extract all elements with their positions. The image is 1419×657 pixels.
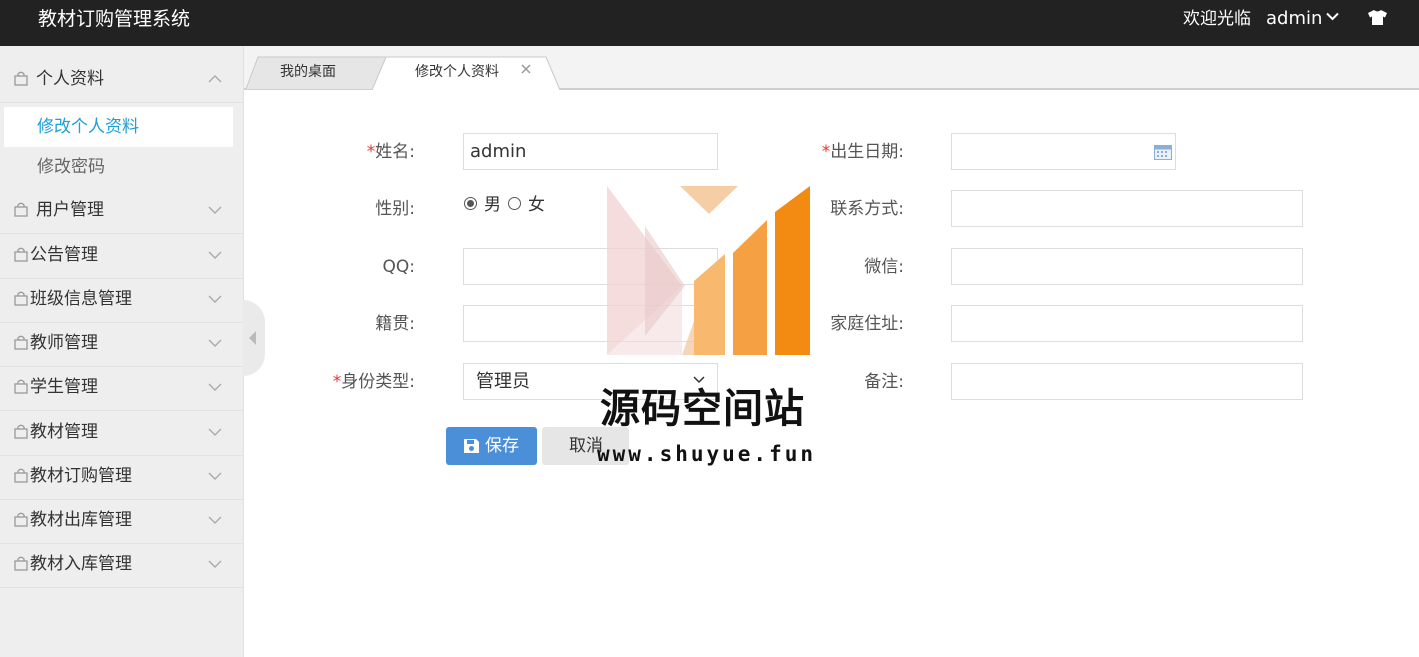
sidebar-group-label: 学生管理 — [30, 377, 98, 397]
bag-icon — [14, 424, 28, 439]
bag-icon — [14, 468, 28, 483]
identity-label: *身份类型: — [332, 372, 415, 392]
sidebar-item-change-password[interactable]: 修改密码 — [4, 147, 233, 187]
watermark-title: 源码空间站 — [600, 386, 805, 432]
watermark-url: www.shuyue.fun — [597, 442, 817, 466]
sidebar-item-edit-profile[interactable]: 修改个人资料 — [4, 107, 233, 147]
gender-radio-male[interactable] — [464, 197, 477, 210]
tab-label-edit-profile[interactable]: 修改个人资料 — [415, 63, 499, 81]
bag-icon — [14, 556, 28, 571]
contact-input[interactable] — [951, 190, 1303, 227]
required-mark: * — [821, 142, 831, 162]
sidebar-group-label: 教材订购管理 — [30, 466, 132, 486]
tab-label-desktop[interactable]: 我的桌面 — [280, 63, 336, 81]
caret-left-icon — [249, 331, 256, 345]
chevron-down-icon — [208, 428, 222, 436]
save-button[interactable]: 保存 — [446, 427, 537, 465]
gender-label: 性别: — [375, 199, 415, 219]
gender-radio-female[interactable] — [508, 197, 521, 210]
hometown-label: 籍贯: — [375, 314, 415, 334]
address-input[interactable] — [951, 305, 1303, 342]
sidebar-group-label: 班级信息管理 — [30, 289, 132, 309]
floppy-icon — [464, 439, 479, 453]
bag-icon — [14, 335, 28, 350]
sidebar-group-users[interactable]: 用户管理 — [0, 189, 243, 234]
required-mark: * — [366, 142, 376, 162]
gender-option-male[interactable]: 男 — [484, 194, 501, 216]
save-button-label: 保存 — [485, 436, 519, 456]
sidebar-group-students[interactable]: 学生管理 — [0, 366, 243, 411]
sidebar: 个人资料 修改个人资料 修改密码 用户管理 公告管理 班级信息管理 教师管理 学… — [0, 46, 244, 657]
bag-icon — [14, 512, 28, 527]
app-title: 教材订购管理系统 — [38, 8, 191, 30]
chevron-down-icon[interactable] — [1326, 12, 1339, 21]
sidebar-group-label: 用户管理 — [36, 200, 104, 220]
tab-bar: 我的桌面 修改个人资料 — [244, 46, 1419, 90]
chevron-down-icon — [208, 339, 222, 347]
close-icon[interactable] — [521, 64, 531, 74]
chevron-down-icon — [208, 206, 222, 214]
bag-icon — [14, 291, 28, 306]
bag-icon — [14, 247, 28, 262]
chevron-down-icon — [208, 295, 222, 303]
tshirt-icon[interactable] — [1367, 9, 1388, 26]
sidebar-group-inbound[interactable]: 教材入库管理 — [0, 543, 243, 588]
name-input[interactable]: admin — [463, 133, 718, 170]
required-mark: * — [332, 372, 342, 392]
bag-icon — [14, 379, 28, 394]
birthdate-input[interactable] — [951, 133, 1176, 170]
sidebar-collapse-handle[interactable] — [243, 300, 265, 376]
sidebar-group-outbound[interactable]: 教材出库管理 — [0, 499, 243, 544]
sidebar-group-textbooks[interactable]: 教材管理 — [0, 411, 243, 456]
sidebar-group-teachers[interactable]: 教师管理 — [0, 322, 243, 367]
sidebar-group-label: 教材入库管理 — [30, 554, 132, 574]
sidebar-group-label: 公告管理 — [30, 245, 98, 265]
bag-icon — [14, 71, 28, 86]
sidebar-group-label: 教师管理 — [30, 333, 98, 353]
remark-label: 备注: — [864, 372, 904, 392]
welcome-text: 欢迎光临 — [1183, 9, 1251, 29]
bag-icon — [14, 202, 28, 217]
sidebar-group-notices[interactable]: 公告管理 — [0, 234, 243, 279]
chevron-down-icon[interactable] — [693, 376, 705, 384]
wechat-input[interactable] — [951, 248, 1303, 285]
chevron-up-icon — [208, 75, 222, 83]
name-label: *姓名: — [366, 142, 415, 162]
top-bar: 教材订购管理系统 欢迎光临 admin — [0, 0, 1419, 46]
sidebar-group-label: 教材出库管理 — [30, 510, 132, 530]
sidebar-group-profile[interactable]: 个人资料 — [0, 58, 243, 103]
birthdate-label: *出生日期: — [821, 142, 904, 162]
chevron-down-icon — [208, 251, 222, 259]
chevron-down-icon — [208, 560, 222, 568]
sidebar-group-classes[interactable]: 班级信息管理 — [0, 278, 243, 323]
qq-label: QQ: — [382, 257, 416, 277]
sidebar-group-label: 个人资料 — [36, 69, 104, 89]
sidebar-item-label: 修改密码 — [37, 157, 105, 177]
chevron-down-icon — [208, 516, 222, 524]
remark-input[interactable] — [951, 363, 1303, 400]
calendar-icon[interactable] — [1154, 144, 1172, 160]
sidebar-item-label: 修改个人资料 — [37, 117, 139, 137]
chevron-down-icon — [208, 383, 222, 391]
gender-option-female[interactable]: 女 — [528, 194, 545, 216]
chevron-down-icon — [208, 472, 222, 480]
sidebar-group-label: 教材管理 — [30, 422, 98, 442]
sidebar-group-orders[interactable]: 教材订购管理 — [0, 455, 243, 500]
user-menu[interactable]: admin — [1266, 7, 1322, 31]
watermark-logo — [607, 186, 810, 355]
